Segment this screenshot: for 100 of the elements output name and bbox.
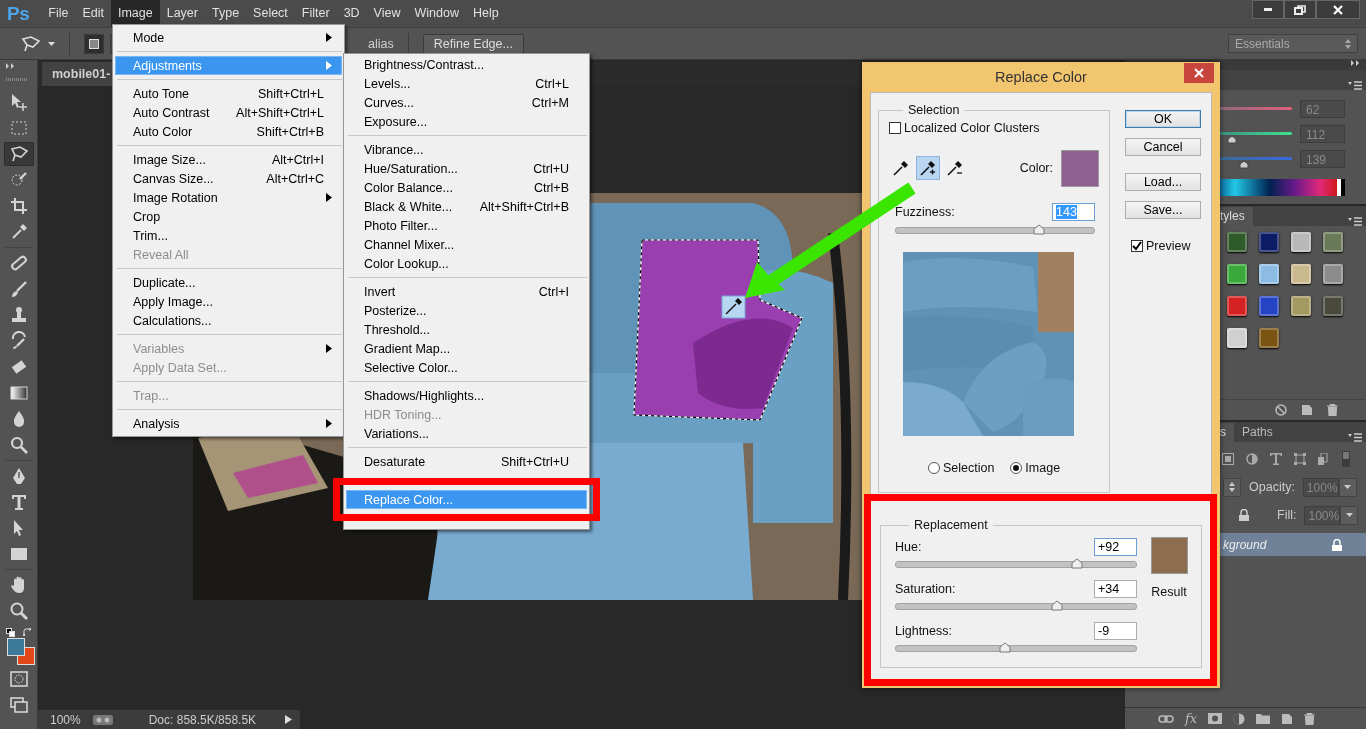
gradient-tool-icon[interactable] bbox=[8, 383, 29, 403]
menu-item[interactable]: Canvas Size... Alt+Ctrl+C bbox=[115, 169, 342, 188]
menu-item[interactable]: Exposure... bbox=[346, 112, 587, 131]
toggle-icon[interactable] bbox=[1342, 451, 1350, 467]
menu-item[interactable]: Brightness/Contrast... bbox=[346, 55, 587, 74]
style-swatch[interactable] bbox=[1323, 231, 1343, 252]
menu-item[interactable]: Photo Filter... bbox=[346, 216, 587, 235]
crop-tool-icon[interactable] bbox=[8, 196, 29, 216]
menu[interactable]: Type bbox=[205, 0, 247, 27]
style-swatch[interactable] bbox=[1291, 295, 1311, 316]
circle-half-icon[interactable] bbox=[1246, 453, 1258, 465]
menu-item[interactable]: Apply Image... bbox=[115, 292, 342, 311]
radio-button[interactable] bbox=[1010, 462, 1023, 474]
checkbox[interactable] bbox=[889, 122, 901, 134]
menu-item[interactable]: Levels... Ctrl+L bbox=[346, 74, 587, 93]
menu-item[interactable]: Hue/Saturation... Ctrl+U bbox=[346, 159, 587, 178]
bandage-tool-icon[interactable] bbox=[8, 253, 29, 273]
slider-thumb[interactable] bbox=[1032, 224, 1045, 235]
menu-item[interactable]: Posterize... bbox=[346, 301, 587, 320]
menu[interactable]: Filter bbox=[294, 0, 337, 27]
menu-item[interactable]: Black & White... Alt+Shift+Ctrl+B bbox=[346, 197, 587, 216]
menu-item[interactable]: Color Balance... Ctrl+B bbox=[346, 178, 587, 197]
slider-thumb[interactable] bbox=[999, 642, 1012, 653]
radio-button[interactable] bbox=[927, 462, 940, 474]
menu-item[interactable]: Threshold... bbox=[346, 320, 587, 339]
minimize-button[interactable] bbox=[1252, 0, 1284, 19]
lock-icon[interactable] bbox=[1239, 509, 1249, 521]
menu-item[interactable]: Mode bbox=[115, 28, 342, 47]
lasso-preset-icon[interactable] bbox=[20, 33, 42, 54]
menu-item[interactable]: Calculations... bbox=[115, 311, 342, 330]
menu[interactable]: Help bbox=[465, 0, 506, 27]
blend-mode-dropdown[interactable] bbox=[1223, 477, 1241, 497]
menu[interactable]: View bbox=[366, 0, 408, 27]
menu-item[interactable]: Color Lookup... bbox=[346, 254, 587, 273]
menu-item[interactable]: Selective Color... bbox=[346, 358, 587, 377]
lasso-tool-icon[interactable] bbox=[8, 144, 29, 164]
menu-item[interactable]: Desaturate Shift+Ctrl+U bbox=[346, 452, 587, 471]
play-icon[interactable] bbox=[285, 714, 292, 724]
style-swatch[interactable] bbox=[1227, 231, 1247, 252]
value-field[interactable]: +34 bbox=[1094, 580, 1137, 598]
menu-item[interactable]: Image Size... Alt+Ctrl+I bbox=[115, 150, 342, 169]
slider-thumb[interactable] bbox=[1050, 600, 1063, 611]
collapse-icon[interactable] bbox=[6, 63, 15, 69]
refine-edge-button[interactable]: Refine Edge... bbox=[422, 33, 524, 54]
slider-track[interactable] bbox=[895, 561, 1137, 568]
marquee-tool-icon[interactable] bbox=[8, 118, 29, 138]
trash-icon[interactable] bbox=[1327, 404, 1338, 417]
panel-menu-icon[interactable] bbox=[1348, 216, 1362, 226]
menu-item[interactable]: Gradient Map... bbox=[346, 339, 587, 358]
smart-object-icon[interactable] bbox=[1318, 453, 1330, 465]
menu-item[interactable]: Duplicate... bbox=[115, 273, 342, 292]
menu[interactable]: Window bbox=[407, 0, 466, 27]
style-swatch[interactable] bbox=[1291, 263, 1311, 284]
style-swatch[interactable] bbox=[1291, 231, 1311, 252]
new-item-icon[interactable] bbox=[1281, 712, 1294, 725]
folder-icon[interactable] bbox=[1256, 713, 1271, 724]
menu-item[interactable]: Analysis bbox=[115, 414, 342, 433]
menu[interactable]: 3D bbox=[336, 0, 367, 27]
color-swatch[interactable] bbox=[1061, 149, 1099, 187]
menu[interactable]: File bbox=[41, 0, 76, 27]
color-swatches-icon[interactable] bbox=[6, 638, 35, 665]
style-swatch[interactable] bbox=[1227, 263, 1247, 284]
menu-item[interactable]: Curves... Ctrl+M bbox=[346, 93, 587, 112]
link-icon[interactable] bbox=[1158, 714, 1174, 723]
layer-style-button[interactable]: fx bbox=[1185, 711, 1198, 726]
adjustment-icon[interactable] bbox=[1233, 712, 1246, 725]
style-swatch[interactable] bbox=[1259, 327, 1279, 348]
no-sign-icon[interactable] bbox=[1275, 404, 1287, 417]
panel-menu-icon[interactable] bbox=[1348, 81, 1362, 90]
color-spectrum[interactable] bbox=[1220, 179, 1345, 196]
panel-menu-icon[interactable] bbox=[1348, 433, 1362, 442]
dialog-button[interactable]: Load... bbox=[1125, 173, 1201, 191]
default-colors-icon[interactable] bbox=[5, 628, 15, 637]
image-filter-icon[interactable] bbox=[1222, 453, 1234, 465]
fuzziness-slider[interactable] bbox=[895, 227, 1095, 234]
caret-icon[interactable] bbox=[48, 41, 55, 46]
quick-mask-icon[interactable] bbox=[9, 671, 28, 687]
style-swatch[interactable] bbox=[1323, 295, 1343, 316]
menu-item[interactable]: Shadows/Highlights... bbox=[346, 386, 587, 405]
menu-item[interactable]: Channel Mixer... bbox=[346, 235, 587, 254]
transform-icon[interactable] bbox=[1294, 453, 1306, 465]
style-swatch[interactable] bbox=[1227, 327, 1247, 348]
style-swatch[interactable] bbox=[1259, 231, 1279, 252]
close-button[interactable] bbox=[1184, 63, 1214, 83]
menu-item[interactable]: Trim... bbox=[115, 226, 342, 245]
slider-track[interactable] bbox=[895, 645, 1137, 652]
mask-icon[interactable] bbox=[1208, 713, 1223, 724]
menu[interactable]: Edit bbox=[75, 0, 111, 27]
menu-item[interactable]: Crop bbox=[115, 207, 342, 226]
menu[interactable]: Select bbox=[246, 0, 295, 27]
menu-item[interactable]: Auto Contrast Alt+Shift+Ctrl+L bbox=[115, 103, 342, 122]
menu-item[interactable]: Variations... bbox=[346, 424, 587, 443]
swap-icon[interactable] bbox=[22, 628, 32, 637]
menu-item[interactable]: Invert Ctrl+I bbox=[346, 282, 587, 301]
zoom-level[interactable]: 100% bbox=[50, 712, 81, 727]
menu-item[interactable]: Auto Tone Shift+Ctrl+L bbox=[115, 84, 342, 103]
fill-dropdown[interactable] bbox=[1340, 505, 1359, 525]
dialog-button[interactable]: OK bbox=[1125, 110, 1201, 128]
menu-item[interactable]: Vibrance... bbox=[346, 140, 587, 159]
trash-icon[interactable] bbox=[1304, 712, 1316, 725]
